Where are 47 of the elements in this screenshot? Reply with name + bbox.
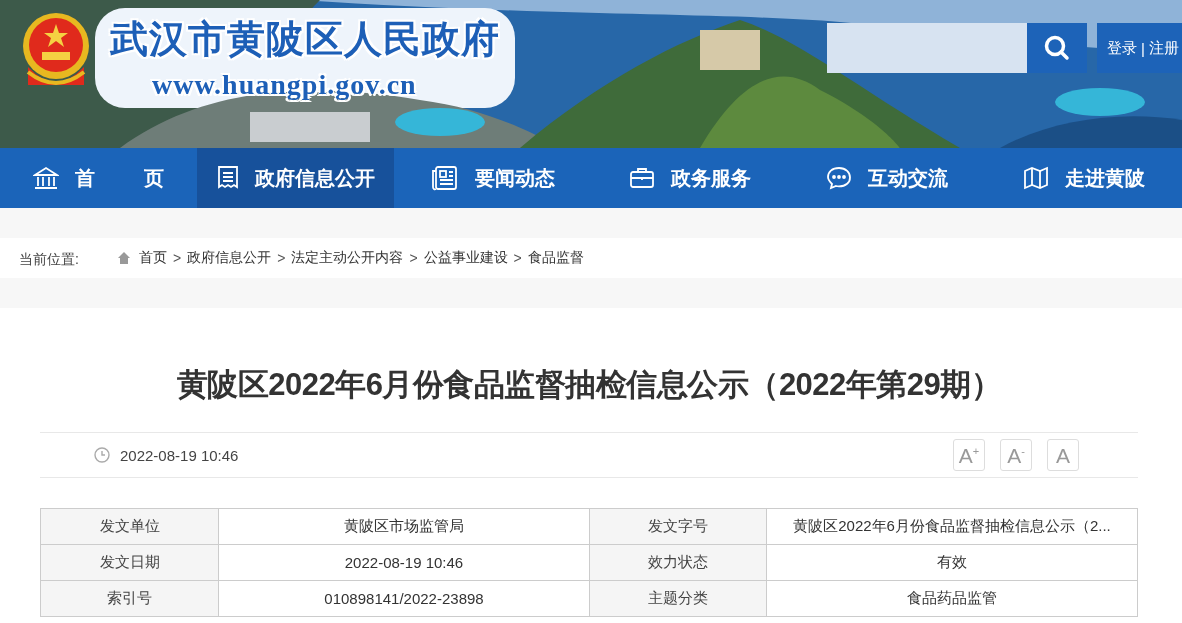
breadcrumb-link[interactable]: 法定主动公开内容 [291,249,404,267]
separator: > [409,250,418,266]
search-field[interactable] [827,23,1028,73]
field-label: 发文字号 [589,508,767,545]
field-label: 主题分类 [589,580,767,617]
nav-icon [825,166,852,190]
nav-icon [1022,166,1049,190]
separator: > [277,250,286,266]
nav-tab[interactable]: 要闻动态 [394,148,591,208]
nav-tab[interactable]: 首 页 [0,148,197,208]
publish-date: 2022-08-19 10:46 [120,446,239,464]
separator: | [1141,39,1145,57]
breadcrumb-link[interactable]: 食品监督 [527,249,584,267]
breadcrumb-link[interactable]: 首页 [139,249,167,267]
site-title: 武汉市黄陂区人民政府 [110,15,500,63]
search-button[interactable] [1027,23,1088,73]
table-cell: 010898141/2022-23898 [218,580,590,617]
font-size-button[interactable]: A$^{-}$ [1000,439,1032,471]
table-cell: 黄陂区市场监管局 [218,508,590,545]
site-url: www.huangpi.gov.cn [151,69,418,101]
field-label: 发文单位 [40,508,219,545]
login-link[interactable]: 登录 [1107,38,1138,58]
field-label: 效力状态 [589,544,767,581]
nav-icon [430,165,459,191]
breadcrumb-link[interactable]: 公益事业建设 [423,249,508,267]
table-cell: 黄陂区2022年6月份食品监督抽检信息公示（2... [766,508,1138,545]
separator: > [173,250,182,266]
article-title: 黄陂区2022年6月份食品监督抽检信息公示（2022年第29期） [175,366,1003,404]
nav-tab[interactable]: 政务服务 [591,148,788,208]
nav-icon [32,166,59,190]
nav-tab[interactable]: 互动交流 [788,148,985,208]
nav-icon [216,165,239,191]
table-cell: 食品药品监管 [766,580,1138,617]
table-cell: 2022-08-19 10:46 [218,544,590,581]
nav-tab[interactable]: 走进黄陂 [985,148,1182,208]
search-icon [1044,35,1071,61]
home-icon [117,251,131,265]
nav-icon [628,167,655,189]
breadcrumb-link[interactable]: 政府信息公开 [187,249,272,267]
separator: > [513,250,522,266]
table-cell: 有效 [766,544,1138,581]
clock-icon [94,447,110,463]
field-label: 索引号 [40,580,219,617]
register-link[interactable]: 注册 [1149,38,1179,58]
location-label: 当前位置: [19,250,80,269]
field-label: 发文日期 [40,544,219,581]
nav-tab[interactable]: 政府信息公开 [197,148,394,208]
